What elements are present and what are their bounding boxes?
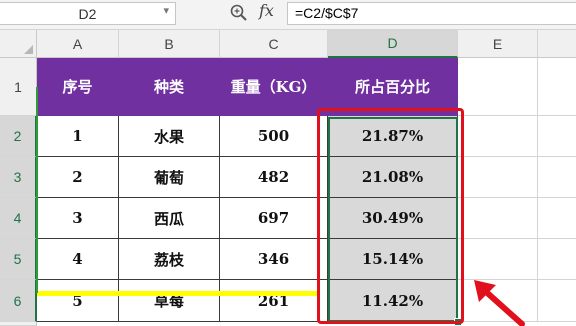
row-header-5[interactable]: 5 xyxy=(0,239,37,280)
column-header-e[interactable]: E xyxy=(458,30,538,58)
empty-cell[interactable] xyxy=(538,157,576,198)
table-cell[interactable]: 荔枝 xyxy=(119,239,220,280)
empty-cell[interactable] xyxy=(538,198,576,239)
table-cell[interactable]: 346 xyxy=(220,239,328,280)
table-cell[interactable]: 草莓 xyxy=(119,280,220,322)
table-cell[interactable]: 5 xyxy=(37,280,119,322)
header-cell-weight[interactable]: 重量（KG） xyxy=(220,58,328,116)
table-cell[interactable]: 500 xyxy=(220,116,328,157)
row-header-1[interactable]: 1 xyxy=(0,58,37,116)
select-all-corner[interactable] xyxy=(0,30,37,58)
table-cell[interactable]: 4 xyxy=(37,239,119,280)
red-highlight-box xyxy=(317,108,464,324)
chevron-down-icon[interactable]: ▾ xyxy=(163,4,169,17)
column-header-a[interactable]: A xyxy=(37,30,119,58)
column-header-f[interactable] xyxy=(538,30,576,58)
formula-input[interactable]: =C2/$C$7 xyxy=(287,2,576,25)
header-cell-type[interactable]: 种类 xyxy=(119,58,220,116)
table-cell[interactable]: 482 xyxy=(220,157,328,198)
red-arrow-icon xyxy=(474,280,525,326)
zoom-icon[interactable] xyxy=(229,3,249,23)
empty-cell[interactable] xyxy=(458,198,538,239)
table-cell[interactable]: 水果 xyxy=(119,116,220,157)
empty-cell[interactable] xyxy=(538,116,576,157)
function-icon[interactable]: fx xyxy=(259,1,274,20)
row-header-3[interactable]: 3 xyxy=(0,157,37,198)
row-header-2[interactable]: 2 xyxy=(0,116,37,157)
formula-bar: D2 ▾ fx =C2/$C$7 xyxy=(0,0,576,30)
table-cell[interactable]: 3 xyxy=(37,198,119,239)
row-header-7[interactable] xyxy=(0,322,37,326)
empty-cell[interactable] xyxy=(458,239,538,280)
column-header-d[interactable]: D xyxy=(328,30,458,58)
empty-cell[interactable] xyxy=(458,157,538,198)
row-header-6[interactable]: 6 xyxy=(0,280,37,322)
table-cell[interactable]: 西瓜 xyxy=(119,198,220,239)
header-cell-index[interactable]: 序号 xyxy=(37,58,119,116)
table-cell[interactable]: 261 xyxy=(220,280,328,322)
empty-cell[interactable] xyxy=(538,239,576,280)
yellow-row-highlight xyxy=(37,291,319,296)
column-header-c[interactable]: C xyxy=(220,30,328,58)
row-header-4[interactable]: 4 xyxy=(0,198,37,239)
empty-cell[interactable] xyxy=(538,280,576,322)
empty-cell[interactable] xyxy=(458,58,538,116)
name-box-value: D2 xyxy=(78,5,97,22)
empty-cell[interactable] xyxy=(538,58,576,116)
table-cell[interactable]: 1 xyxy=(37,116,119,157)
empty-cell[interactable] xyxy=(458,116,538,157)
table-cell[interactable]: 葡萄 xyxy=(119,157,220,198)
name-box[interactable]: D2 ▾ xyxy=(0,2,176,25)
table-cell[interactable]: 697 xyxy=(220,198,328,239)
copy-range-border xyxy=(36,87,38,293)
table-cell[interactable]: 2 xyxy=(37,157,119,198)
column-header-b[interactable]: B xyxy=(119,30,220,58)
